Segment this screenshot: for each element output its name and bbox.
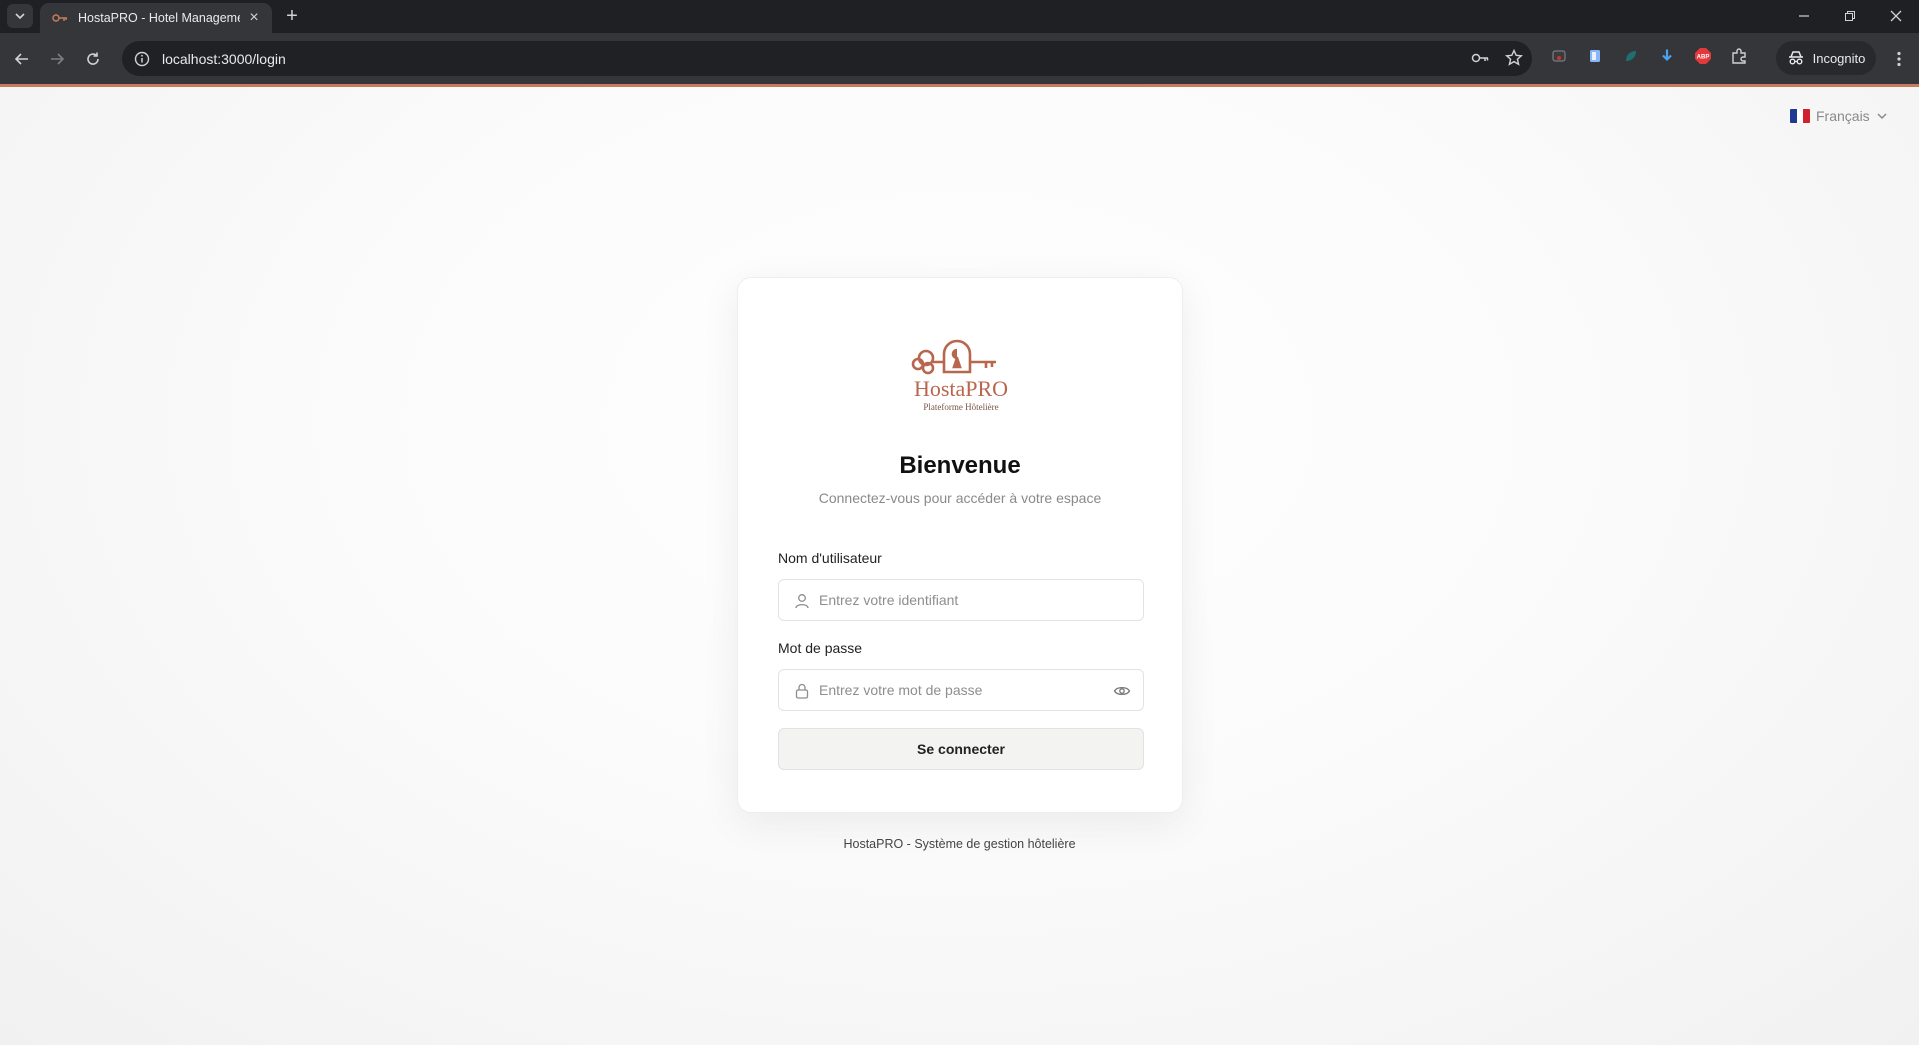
browser-tab[interactable]: HostaPRO - Hotel Management × — [40, 3, 272, 33]
login-page: Français HostaPRO Plateforme Hôtelière B… — [0, 87, 1919, 1045]
reload-icon — [87, 52, 99, 65]
chevron-down-icon — [15, 13, 25, 20]
password-label: Mot de passe — [778, 640, 863, 656]
back-button[interactable] — [8, 45, 36, 73]
key-favicon-icon — [52, 14, 67, 22]
lock-icon — [795, 683, 809, 699]
site-info-icon[interactable] — [134, 51, 150, 67]
tab-title: HostaPRO - Hotel Management — [78, 11, 240, 25]
restore-icon — [1845, 11, 1855, 21]
password-field[interactable] — [778, 669, 1144, 711]
france-flag-icon — [1790, 109, 1810, 123]
incognito-indicator[interactable]: Incognito — [1776, 41, 1876, 75]
key-keyhole-icon — [911, 339, 996, 375]
incognito-label: Incognito — [1812, 50, 1866, 66]
restore-button[interactable] — [1830, 4, 1870, 28]
extension-download-icon[interactable] — [1656, 45, 1678, 67]
welcome-subtitle: Connectez-vous pour accéder à votre espa… — [818, 490, 1102, 506]
minimize-icon — [1799, 15, 1809, 17]
extension-document-icon[interactable] — [1584, 45, 1606, 67]
url-text: localhost:3000/login — [162, 50, 286, 67]
reload-button[interactable] — [79, 45, 107, 73]
more-vertical-icon — [1897, 51, 1901, 67]
close-tab-icon[interactable]: × — [246, 10, 262, 26]
arrow-left-icon — [14, 53, 28, 65]
brand-tagline: Plateforme Hôtelière — [923, 402, 998, 412]
password-key-icon[interactable] — [1470, 48, 1490, 68]
page-footer: HostaPRO - Système de gestion hôtelière — [843, 837, 1076, 851]
chevron-down-icon — [1877, 113, 1887, 120]
username-input[interactable] — [819, 580, 1109, 620]
close-icon — [1890, 10, 1902, 22]
username-field[interactable] — [778, 579, 1144, 621]
close-window-button[interactable] — [1876, 4, 1916, 28]
browser-menu-button[interactable] — [1888, 45, 1910, 73]
minimize-button[interactable] — [1784, 4, 1824, 28]
browser-toolbar: localhost:3000/login ABP Incognito — [0, 33, 1919, 84]
user-icon — [795, 594, 809, 609]
username-label: Nom d'utilisateur — [778, 550, 882, 566]
language-label: Français — [1816, 108, 1870, 124]
welcome-title: Bienvenue — [899, 452, 1021, 479]
login-card: HostaPRO Plateforme Hôtelière Bienvenue … — [737, 277, 1183, 813]
password-input[interactable] — [819, 670, 1109, 710]
extension-adblock-label: ABP — [1697, 55, 1710, 61]
hostapro-logo: HostaPRO Plateforme Hôtelière — [911, 339, 1008, 412]
language-selector[interactable]: Français — [1790, 108, 1888, 124]
extension-dark-icon[interactable] — [1548, 45, 1570, 67]
extensions-puzzle-icon[interactable] — [1728, 45, 1750, 67]
extension-adblock-icon[interactable]: ABP — [1692, 45, 1714, 67]
eye-icon[interactable] — [1113, 682, 1131, 700]
arrow-right-icon — [51, 53, 65, 65]
browser-tab-strip: HostaPRO - Hotel Management × + — [0, 0, 1919, 33]
brand-name: HostaPRO — [914, 376, 1008, 401]
extension-leaf-icon[interactable] — [1620, 45, 1642, 67]
address-bar[interactable]: localhost:3000/login — [122, 41, 1532, 76]
incognito-icon — [1788, 51, 1803, 65]
new-tab-button[interactable]: + — [281, 5, 303, 27]
login-button[interactable]: Se connecter — [778, 728, 1144, 770]
bookmark-star-icon[interactable] — [1504, 48, 1524, 68]
tab-search-button[interactable] — [7, 4, 33, 28]
forward-button[interactable] — [43, 45, 71, 73]
